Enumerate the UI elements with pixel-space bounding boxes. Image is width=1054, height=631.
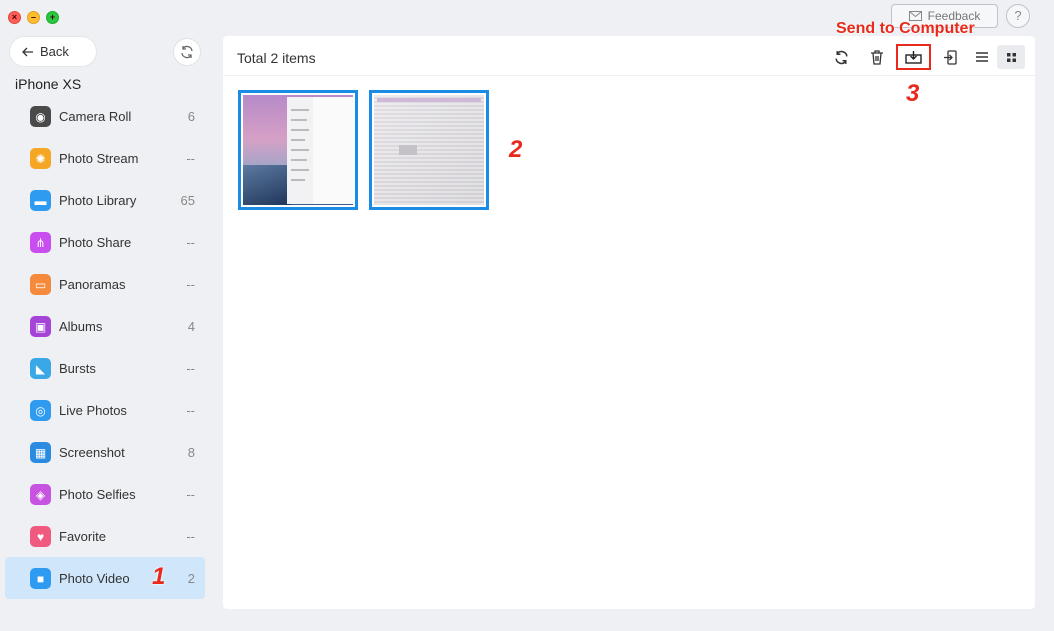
list-view-icon xyxy=(976,52,988,62)
sidebar-item-label: Favorite xyxy=(59,528,106,544)
camera-icon: ◉ xyxy=(30,106,51,127)
annotation-step-1: 1 xyxy=(152,563,166,590)
total-items-label: Total 2 items xyxy=(237,50,316,66)
minimize-window-button[interactable]: – xyxy=(27,11,40,24)
sidebar-item-count: -- xyxy=(186,234,195,250)
sidebar-item-count: -- xyxy=(186,276,195,292)
sidebar-item[interactable]: ▭ Panoramas -- xyxy=(5,263,205,305)
category-list: ◉ Camera Roll 6 ✺ Photo Stream -- ▬ Photo Libra… xyxy=(5,95,205,599)
video-thumbnail-image xyxy=(243,95,353,205)
sidebar-item-count: 2 xyxy=(187,570,195,586)
sidebar-item-label: Albums xyxy=(59,318,103,334)
sidebar-item[interactable]: ◎ Live Photos -- xyxy=(5,389,205,431)
minimize-icon: – xyxy=(30,12,36,22)
send-to-device-button[interactable] xyxy=(937,45,963,69)
sidebar-item-label: Panoramas xyxy=(59,276,126,292)
zoom-icon: + xyxy=(49,12,56,22)
refresh-device-button[interactable] xyxy=(174,39,200,65)
screen-dialog xyxy=(399,145,417,155)
sunflower-icon: ✺ xyxy=(30,148,51,169)
zoom-window-button[interactable]: + xyxy=(46,11,59,24)
sidebar-item-count: 8 xyxy=(187,444,195,460)
help-button[interactable]: ? xyxy=(1006,4,1030,28)
sidebar-item[interactable]: ✺ Photo Stream -- xyxy=(5,137,205,179)
window-controls: × – + xyxy=(8,11,59,24)
refresh-icon xyxy=(834,50,848,64)
arrow-left-icon xyxy=(22,47,33,56)
annotation-step-3: 3 xyxy=(906,80,920,107)
sidebar-item-count: 4 xyxy=(187,318,195,334)
sidebar-item[interactable]: ▣ Albums 4 xyxy=(5,305,205,347)
sidebar-item-count: 6 xyxy=(187,108,195,124)
phone-import-icon xyxy=(944,49,957,65)
video-thumbnail[interactable] xyxy=(369,90,489,210)
video-icon: ■ xyxy=(30,568,51,589)
sidebar-item[interactable]: ▦ Screenshot 8 xyxy=(5,431,205,473)
sidebar-item-count: 65 xyxy=(180,192,195,208)
sidebar-item-label: Photo Selfies xyxy=(59,486,136,502)
screenshot-icon: ▦ xyxy=(30,442,51,463)
annotation-step-2: 2 xyxy=(509,136,523,163)
back-label: Back xyxy=(40,44,69,59)
album-icon: ▣ xyxy=(30,316,51,337)
list-view-button[interactable] xyxy=(969,45,995,69)
share-icon: ⋔ xyxy=(30,232,51,253)
sidebar-item-label: Screenshot xyxy=(59,444,125,460)
trash-icon xyxy=(871,49,883,65)
heart-icon: ♥ xyxy=(30,526,51,547)
sidebar-item[interactable]: ■ Photo Video 2 xyxy=(5,557,205,599)
screen-topbar xyxy=(377,98,481,102)
grid-view-icon xyxy=(1006,52,1016,62)
annotation-send-to-computer: Send to Computer xyxy=(836,20,975,37)
sidebar-item-label: Photo Stream xyxy=(59,150,139,166)
content-panel: Total 2 items 2 xyxy=(223,36,1035,609)
grid-view-button[interactable] xyxy=(997,45,1025,69)
sidebar-item-count: -- xyxy=(186,150,195,166)
burst-icon: ◣ xyxy=(30,358,51,379)
sidebar-item-label: Camera Roll xyxy=(59,108,132,124)
sidebar-item[interactable]: ▬ Photo Library 65 xyxy=(5,179,205,221)
panorama-icon: ▭ xyxy=(30,274,51,295)
export-to-computer-icon xyxy=(905,51,922,64)
delete-button[interactable] xyxy=(864,45,890,69)
back-button[interactable]: Back xyxy=(10,37,96,66)
selfie-icon: ◈ xyxy=(30,484,51,505)
video-thumbnail-image xyxy=(374,95,484,205)
sidebar-item-count: -- xyxy=(186,486,195,502)
folder-icon: ▬ xyxy=(30,190,51,211)
sidebar-item[interactable]: ♥ Favorite -- xyxy=(5,515,205,557)
sidebar-item-label: Photo Video xyxy=(59,570,130,586)
sidebar-item-count: -- xyxy=(186,528,195,544)
sidebar-item[interactable]: ◣ Bursts -- xyxy=(5,347,205,389)
live-photo-icon: ◎ xyxy=(30,400,51,421)
refresh-icon xyxy=(181,45,193,59)
video-thumbnail[interactable] xyxy=(238,90,358,210)
close-window-button[interactable]: × xyxy=(8,11,21,24)
menu-panel xyxy=(287,97,313,204)
send-to-computer-button[interactable] xyxy=(896,44,931,70)
sidebar-item-label: Bursts xyxy=(59,360,96,376)
sidebar-item[interactable]: ◈ Photo Selfies -- xyxy=(5,473,205,515)
sidebar-item-count: -- xyxy=(186,360,195,376)
mountain-shape xyxy=(243,165,291,205)
toolbar-divider xyxy=(223,75,1035,76)
sidebar-item-label: Photo Share xyxy=(59,234,132,250)
sidebar-item-count: -- xyxy=(186,402,195,418)
device-name: iPhone XS xyxy=(15,76,82,92)
sidebar-item[interactable]: ⋔ Photo Share -- xyxy=(5,221,205,263)
close-icon: × xyxy=(11,12,18,22)
window-area xyxy=(313,97,353,204)
refresh-button[interactable] xyxy=(828,45,854,69)
sidebar-item-label: Live Photos xyxy=(59,402,127,418)
sidebar-item[interactable]: ◉ Camera Roll 6 xyxy=(5,95,205,137)
sidebar-item-label: Photo Library xyxy=(59,192,137,208)
